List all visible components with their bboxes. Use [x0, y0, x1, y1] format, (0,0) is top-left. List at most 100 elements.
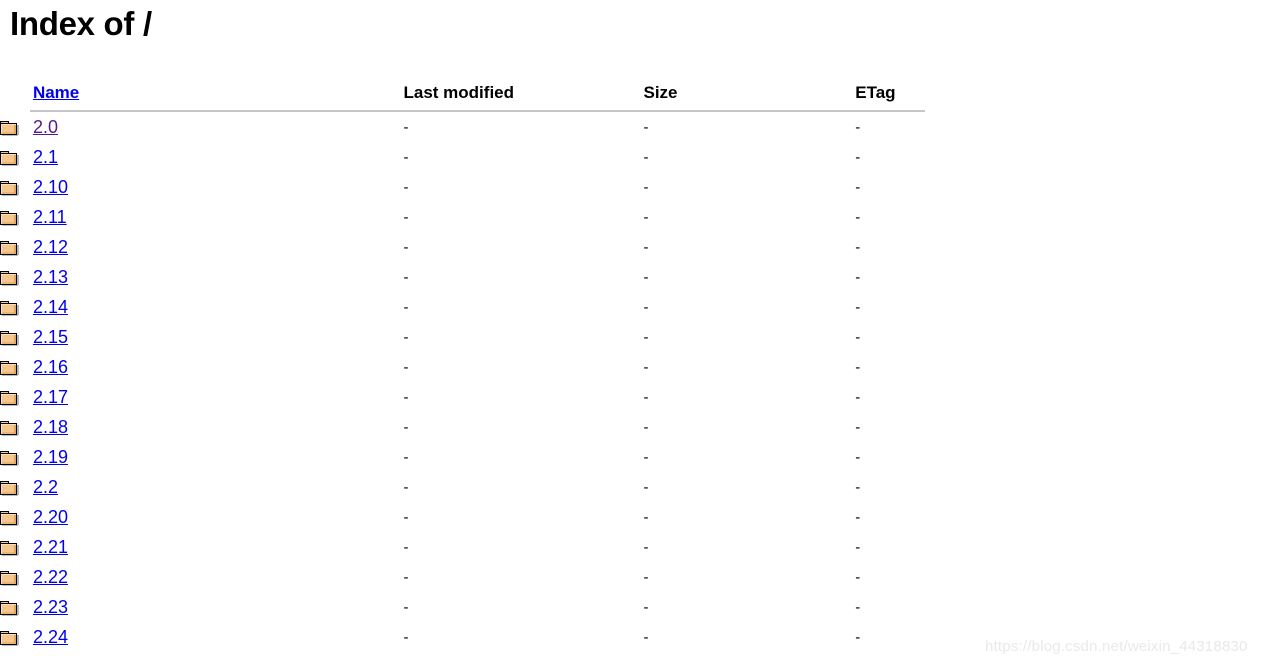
row-name-cell: 2.16: [33, 352, 404, 382]
column-header-name: Name: [33, 78, 404, 110]
table-row: 2.11 - - -: [0, 202, 1267, 232]
row-size-cell: -: [643, 508, 649, 526]
table-row: 2.1 - - -: [0, 142, 1267, 172]
row-last-modified-cell: -: [403, 598, 409, 616]
row-etag-cell: -: [855, 538, 861, 556]
directory-link[interactable]: 2.24: [33, 627, 68, 647]
row-size-cell: -: [643, 478, 649, 496]
row-icon-cell: [0, 112, 33, 142]
row-name-cell: 2.24: [33, 622, 404, 652]
row-size-cell: -: [643, 298, 649, 316]
row-etag-cell: -: [855, 178, 861, 196]
directory-listing-table: Name Last modified Size ETag 2.0 - - - 2.1 - -…: [0, 78, 1267, 652]
row-size-cell: -: [643, 208, 649, 226]
row-last-modified-cell: -: [403, 448, 409, 466]
row-name-cell: 2.1: [33, 142, 404, 172]
row-size-cell: -: [643, 178, 649, 196]
table-row: 2.10 - - -: [0, 172, 1267, 202]
directory-link[interactable]: 2.13: [33, 267, 68, 287]
directory-link[interactable]: 2.14: [33, 297, 68, 317]
row-last-modified-cell: -: [403, 328, 409, 346]
row-icon-cell: [0, 532, 33, 562]
folder-icon: [0, 270, 20, 286]
row-last-modified-cell: -: [403, 298, 409, 316]
row-icon-cell: [0, 232, 33, 262]
directory-link[interactable]: 2.23: [33, 597, 68, 617]
directory-link[interactable]: 2.21: [33, 537, 68, 557]
folder-icon: [0, 480, 20, 496]
row-etag-cell: -: [855, 328, 861, 346]
row-etag-cell: -: [855, 478, 861, 496]
row-name-cell: 2.18: [33, 412, 404, 442]
row-icon-cell: [0, 472, 33, 502]
table-row: 2.16 - - -: [0, 352, 1267, 382]
row-icon-cell: [0, 172, 33, 202]
row-icon-cell: [0, 352, 33, 382]
row-etag-cell: -: [855, 568, 861, 586]
row-etag-cell: -: [855, 148, 861, 166]
row-etag-cell: -: [855, 448, 861, 466]
row-last-modified-cell: -: [403, 478, 409, 496]
row-etag-cell: -: [855, 598, 861, 616]
table-row: 2.13 - - -: [0, 262, 1267, 292]
header-icon-spacer: [0, 78, 33, 110]
folder-icon: [0, 390, 20, 406]
folder-icon: [0, 210, 20, 226]
row-name-cell: 2.12: [33, 232, 404, 262]
directory-link[interactable]: 2.20: [33, 507, 68, 527]
row-size-cell: -: [643, 388, 649, 406]
table-row: 2.20 - - -: [0, 502, 1267, 532]
row-last-modified-cell: -: [403, 208, 409, 226]
row-size-cell: -: [643, 328, 649, 346]
row-last-modified-cell: -: [403, 628, 409, 646]
row-etag-cell: -: [855, 508, 861, 526]
directory-link[interactable]: 2.15: [33, 327, 68, 347]
folder-icon: [0, 510, 20, 526]
sort-by-name-link[interactable]: Name: [33, 83, 79, 102]
directory-link[interactable]: 2.12: [33, 237, 68, 257]
row-last-modified-cell: -: [403, 358, 409, 376]
row-icon-cell: [0, 142, 33, 172]
table-row: 2.2 - - -: [0, 472, 1267, 502]
row-icon-cell: [0, 622, 33, 652]
watermark-text: https://blog.csdn.net/weixin_44318830: [985, 638, 1248, 655]
folder-icon: [0, 600, 20, 616]
directory-link[interactable]: 2.0: [33, 117, 58, 137]
row-last-modified-cell: -: [403, 418, 409, 436]
folder-icon: [0, 120, 20, 136]
row-last-modified-cell: -: [403, 148, 409, 166]
row-last-modified-cell: -: [403, 118, 409, 136]
directory-link[interactable]: 2.10: [33, 177, 68, 197]
directory-link[interactable]: 2.18: [33, 417, 68, 437]
row-etag-cell: -: [855, 118, 861, 136]
folder-icon: [0, 150, 20, 166]
row-name-cell: 2.11: [33, 202, 404, 232]
directory-link[interactable]: 2.22: [33, 567, 68, 587]
row-etag-cell: -: [855, 208, 861, 226]
directory-link[interactable]: 2.11: [33, 207, 67, 227]
row-name-cell: 2.22: [33, 562, 404, 592]
row-etag-cell: -: [855, 418, 861, 436]
column-header-size: Size: [643, 83, 678, 102]
row-name-cell: 2.2: [33, 472, 404, 502]
directory-link[interactable]: 2.2: [33, 477, 58, 497]
row-icon-cell: [0, 322, 33, 352]
folder-icon: [0, 630, 20, 646]
row-size-cell: -: [643, 538, 649, 556]
folder-icon: [0, 540, 20, 556]
row-size-cell: -: [643, 568, 649, 586]
table-row: 2.21 - - -: [0, 532, 1267, 562]
column-header-etag: ETag: [855, 83, 896, 102]
folder-icon: [0, 330, 20, 346]
row-size-cell: -: [643, 598, 649, 616]
row-size-cell: -: [643, 448, 649, 466]
row-name-cell: 2.21: [33, 532, 404, 562]
row-last-modified-cell: -: [403, 388, 409, 406]
directory-link[interactable]: 2.19: [33, 447, 68, 467]
row-name-cell: 2.19: [33, 442, 404, 472]
directory-link[interactable]: 2.16: [33, 357, 68, 377]
row-name-cell: 2.20: [33, 502, 404, 532]
directory-link[interactable]: 2.17: [33, 387, 68, 407]
column-header-last-modified: Last modified: [403, 83, 515, 102]
directory-link[interactable]: 2.1: [33, 147, 58, 167]
